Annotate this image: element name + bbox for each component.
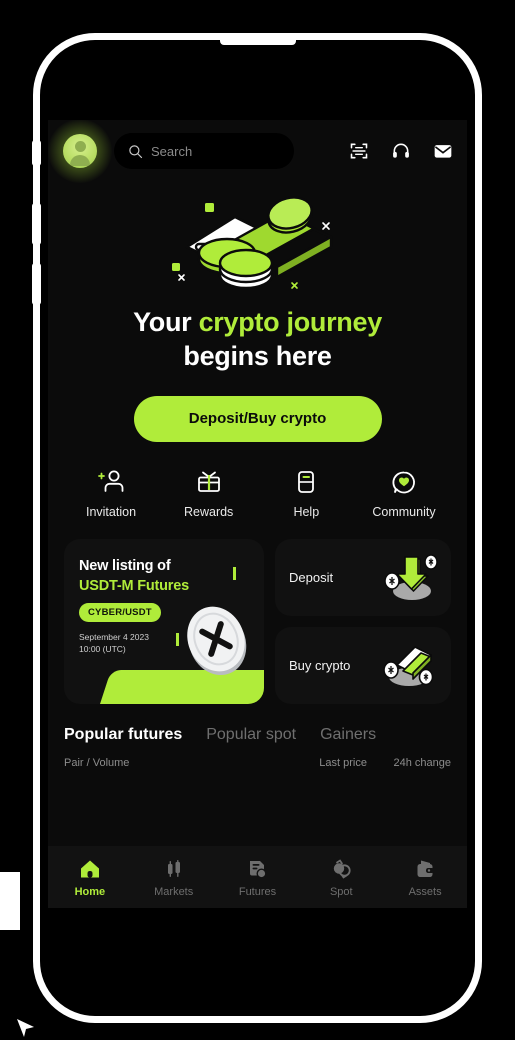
avatar-body-shape (70, 155, 90, 166)
quick-action-invitation[interactable]: Invitation (70, 468, 152, 519)
deposit-card-label: Deposit (289, 569, 334, 585)
search-icon (129, 144, 143, 158)
nav-label: Home (74, 885, 106, 898)
nav-label: Markets (154, 885, 194, 898)
column-header-pair: Pair / Volume (64, 756, 130, 769)
side-cards: Deposit Buy crypto (275, 538, 451, 704)
promo-tick-mark (233, 566, 236, 580)
top-bar: Search (48, 120, 467, 183)
market-tabs: Popular futures Popular spot Gainers (48, 704, 467, 744)
crypto-cards-coins-illustration (171, 196, 332, 290)
quick-action-community[interactable]: Community (363, 468, 445, 519)
promo-title-line2: USDT-M Futures (79, 577, 189, 594)
quick-action-label: Invitation (85, 504, 137, 519)
headline-pre: Your (133, 307, 199, 337)
nav-item-home[interactable]: Home (48, 857, 132, 898)
cta-row: Deposit/Buy crypto (48, 374, 467, 442)
quick-actions: Invitation Rewards Help Community (48, 442, 467, 519)
promo-date-line1: September 4 2023 (79, 631, 149, 642)
cards-row: New listing of USDT-M Futures CYBER/USDT… (48, 519, 467, 704)
tab-popular-spot[interactable]: Popular spot (206, 726, 296, 744)
phone-volume-down-button (32, 263, 41, 305)
phone-notch (219, 36, 296, 45)
chat-heart-icon (392, 471, 415, 493)
nav-item-spot[interactable]: Spot (299, 857, 383, 898)
headline-post: begins here (183, 340, 332, 371)
candlestick-icon (167, 859, 180, 877)
avatar[interactable] (48, 120, 112, 183)
deposit-buy-crypto-button[interactable]: Deposit/Buy crypto (133, 395, 382, 442)
headset-icon[interactable] (391, 141, 411, 161)
promo-pair-badge: CYBER/USDT (79, 602, 161, 622)
page-title: Your crypto journey begins here (48, 296, 467, 374)
buy-crypto-card-label: Buy crypto (289, 657, 351, 673)
buy-crypto-card-coins-icon (383, 646, 434, 686)
promo-date-line2: 10:00 (UTC) (79, 644, 126, 655)
buy-crypto-card[interactable]: Buy crypto (275, 626, 451, 704)
deposit-card[interactable]: Deposit (275, 538, 451, 616)
book-icon (298, 470, 315, 493)
deposit-arrow-coins-icon (384, 554, 438, 600)
spot-swap-icon (334, 858, 351, 879)
quick-action-help[interactable]: Help (265, 468, 347, 519)
gift-icon (197, 471, 220, 492)
column-header-24h-change: 24h change (393, 756, 452, 769)
phone-silent-switch (32, 140, 41, 166)
avatar-image (63, 134, 97, 168)
market-table-header: Pair / Volume Last price 24h change (48, 744, 467, 769)
avatar-head-shape (74, 141, 86, 152)
home-icon (80, 860, 99, 877)
cursor-arrow-icon (17, 1019, 34, 1037)
tab-gainers[interactable]: Gainers (320, 726, 376, 744)
cyber-coin-icon (187, 606, 247, 675)
phone-volume-up-button (32, 203, 41, 245)
nav-label: Assets (408, 885, 442, 898)
futures-doc-icon (250, 860, 267, 879)
nav-item-markets[interactable]: Markets (132, 857, 216, 898)
nav-label: Futures (238, 885, 277, 898)
quick-action-label: Rewards (183, 504, 234, 519)
bottom-navigation: Home Markets Futures Spot Assets (48, 846, 467, 908)
promo-banner-new-listing[interactable]: New listing of USDT-M Futures CYBER/USDT… (64, 538, 264, 704)
search-input[interactable]: Search (114, 133, 294, 169)
column-header-last-price: Last price (319, 756, 367, 769)
promo-title-line1: New listing of (79, 557, 171, 574)
search-placeholder: Search (151, 143, 193, 159)
tab-popular-futures[interactable]: Popular futures (64, 726, 182, 744)
nav-label: Spot (329, 885, 353, 898)
nav-item-assets[interactable]: Assets (383, 857, 467, 898)
quick-action-rewards[interactable]: Rewards (168, 468, 250, 519)
decorative-white-block (0, 872, 20, 930)
top-bar-icons (349, 141, 453, 161)
quick-action-label: Community (372, 504, 436, 519)
headline-accent: crypto journey (198, 307, 383, 337)
promo-date: September 4 2023 10:00 (UTC) (79, 631, 149, 657)
scan-code-icon[interactable] (349, 141, 369, 161)
mail-icon[interactable] (433, 141, 453, 161)
nav-item-futures[interactable]: Futures (216, 857, 300, 898)
quick-action-label: Help (293, 504, 320, 519)
wallet-icon (417, 860, 435, 877)
add-person-icon (98, 470, 124, 492)
hero-illustration (48, 186, 467, 296)
screenshot-root: Search Your crypto journey begins here D… (0, 0, 515, 1037)
app-screen: Search Your crypto journey begins here D… (48, 120, 467, 908)
